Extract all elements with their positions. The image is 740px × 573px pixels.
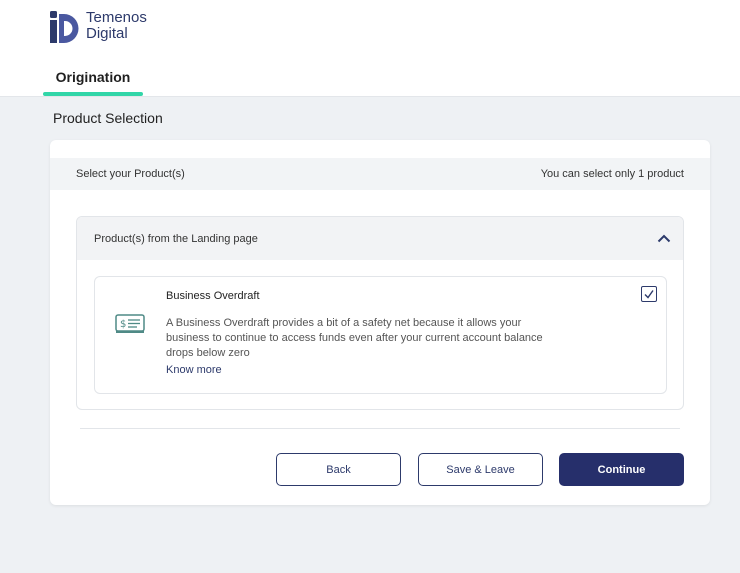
selection-instruction: Select your Product(s): [76, 168, 185, 180]
top-bar: Temenos Digital Origination: [0, 0, 740, 97]
product-group-header[interactable]: Product(s) from the Landing page: [77, 217, 683, 260]
product-group-label: Product(s) from the Landing page: [94, 233, 258, 245]
chevron-up-icon[interactable]: [657, 233, 671, 243]
tab-origination-label: Origination: [55, 69, 131, 85]
svg-text:$: $: [120, 319, 126, 330]
brand-logo: Temenos Digital: [50, 10, 170, 44]
page-title: Product Selection: [53, 110, 163, 126]
actions-divider: [80, 428, 680, 429]
checkmark-icon: [644, 290, 654, 299]
temenos-logo-icon: [50, 11, 79, 43]
save-and-leave-button[interactable]: Save & Leave: [418, 453, 543, 486]
brand-line-1: Temenos: [86, 9, 147, 26]
cheque-icon: $: [115, 314, 145, 333]
selection-header: Select your Product(s) You can select on…: [50, 158, 710, 190]
product-description: A Business Overdraft provides a bit of a…: [166, 317, 543, 359]
back-button[interactable]: Back: [276, 453, 401, 486]
brand-name: Temenos Digital: [86, 10, 147, 42]
product-name: Business Overdraft: [166, 290, 260, 302]
product-select-checkbox[interactable]: [641, 286, 657, 302]
product-group: Product(s) from the Landing page $ Busin…: [76, 216, 684, 410]
brand-line-2: Digital: [86, 25, 128, 42]
know-more-link[interactable]: Know more: [166, 364, 222, 376]
product-card-business-overdraft[interactable]: $ Business Overdraft A Business Overdraf…: [94, 276, 667, 394]
selection-limit-note: You can select only 1 product: [540, 168, 684, 180]
product-selection-card: Select your Product(s) You can select on…: [50, 140, 710, 505]
continue-button[interactable]: Continue: [559, 453, 684, 486]
active-tab-indicator: [43, 92, 143, 96]
